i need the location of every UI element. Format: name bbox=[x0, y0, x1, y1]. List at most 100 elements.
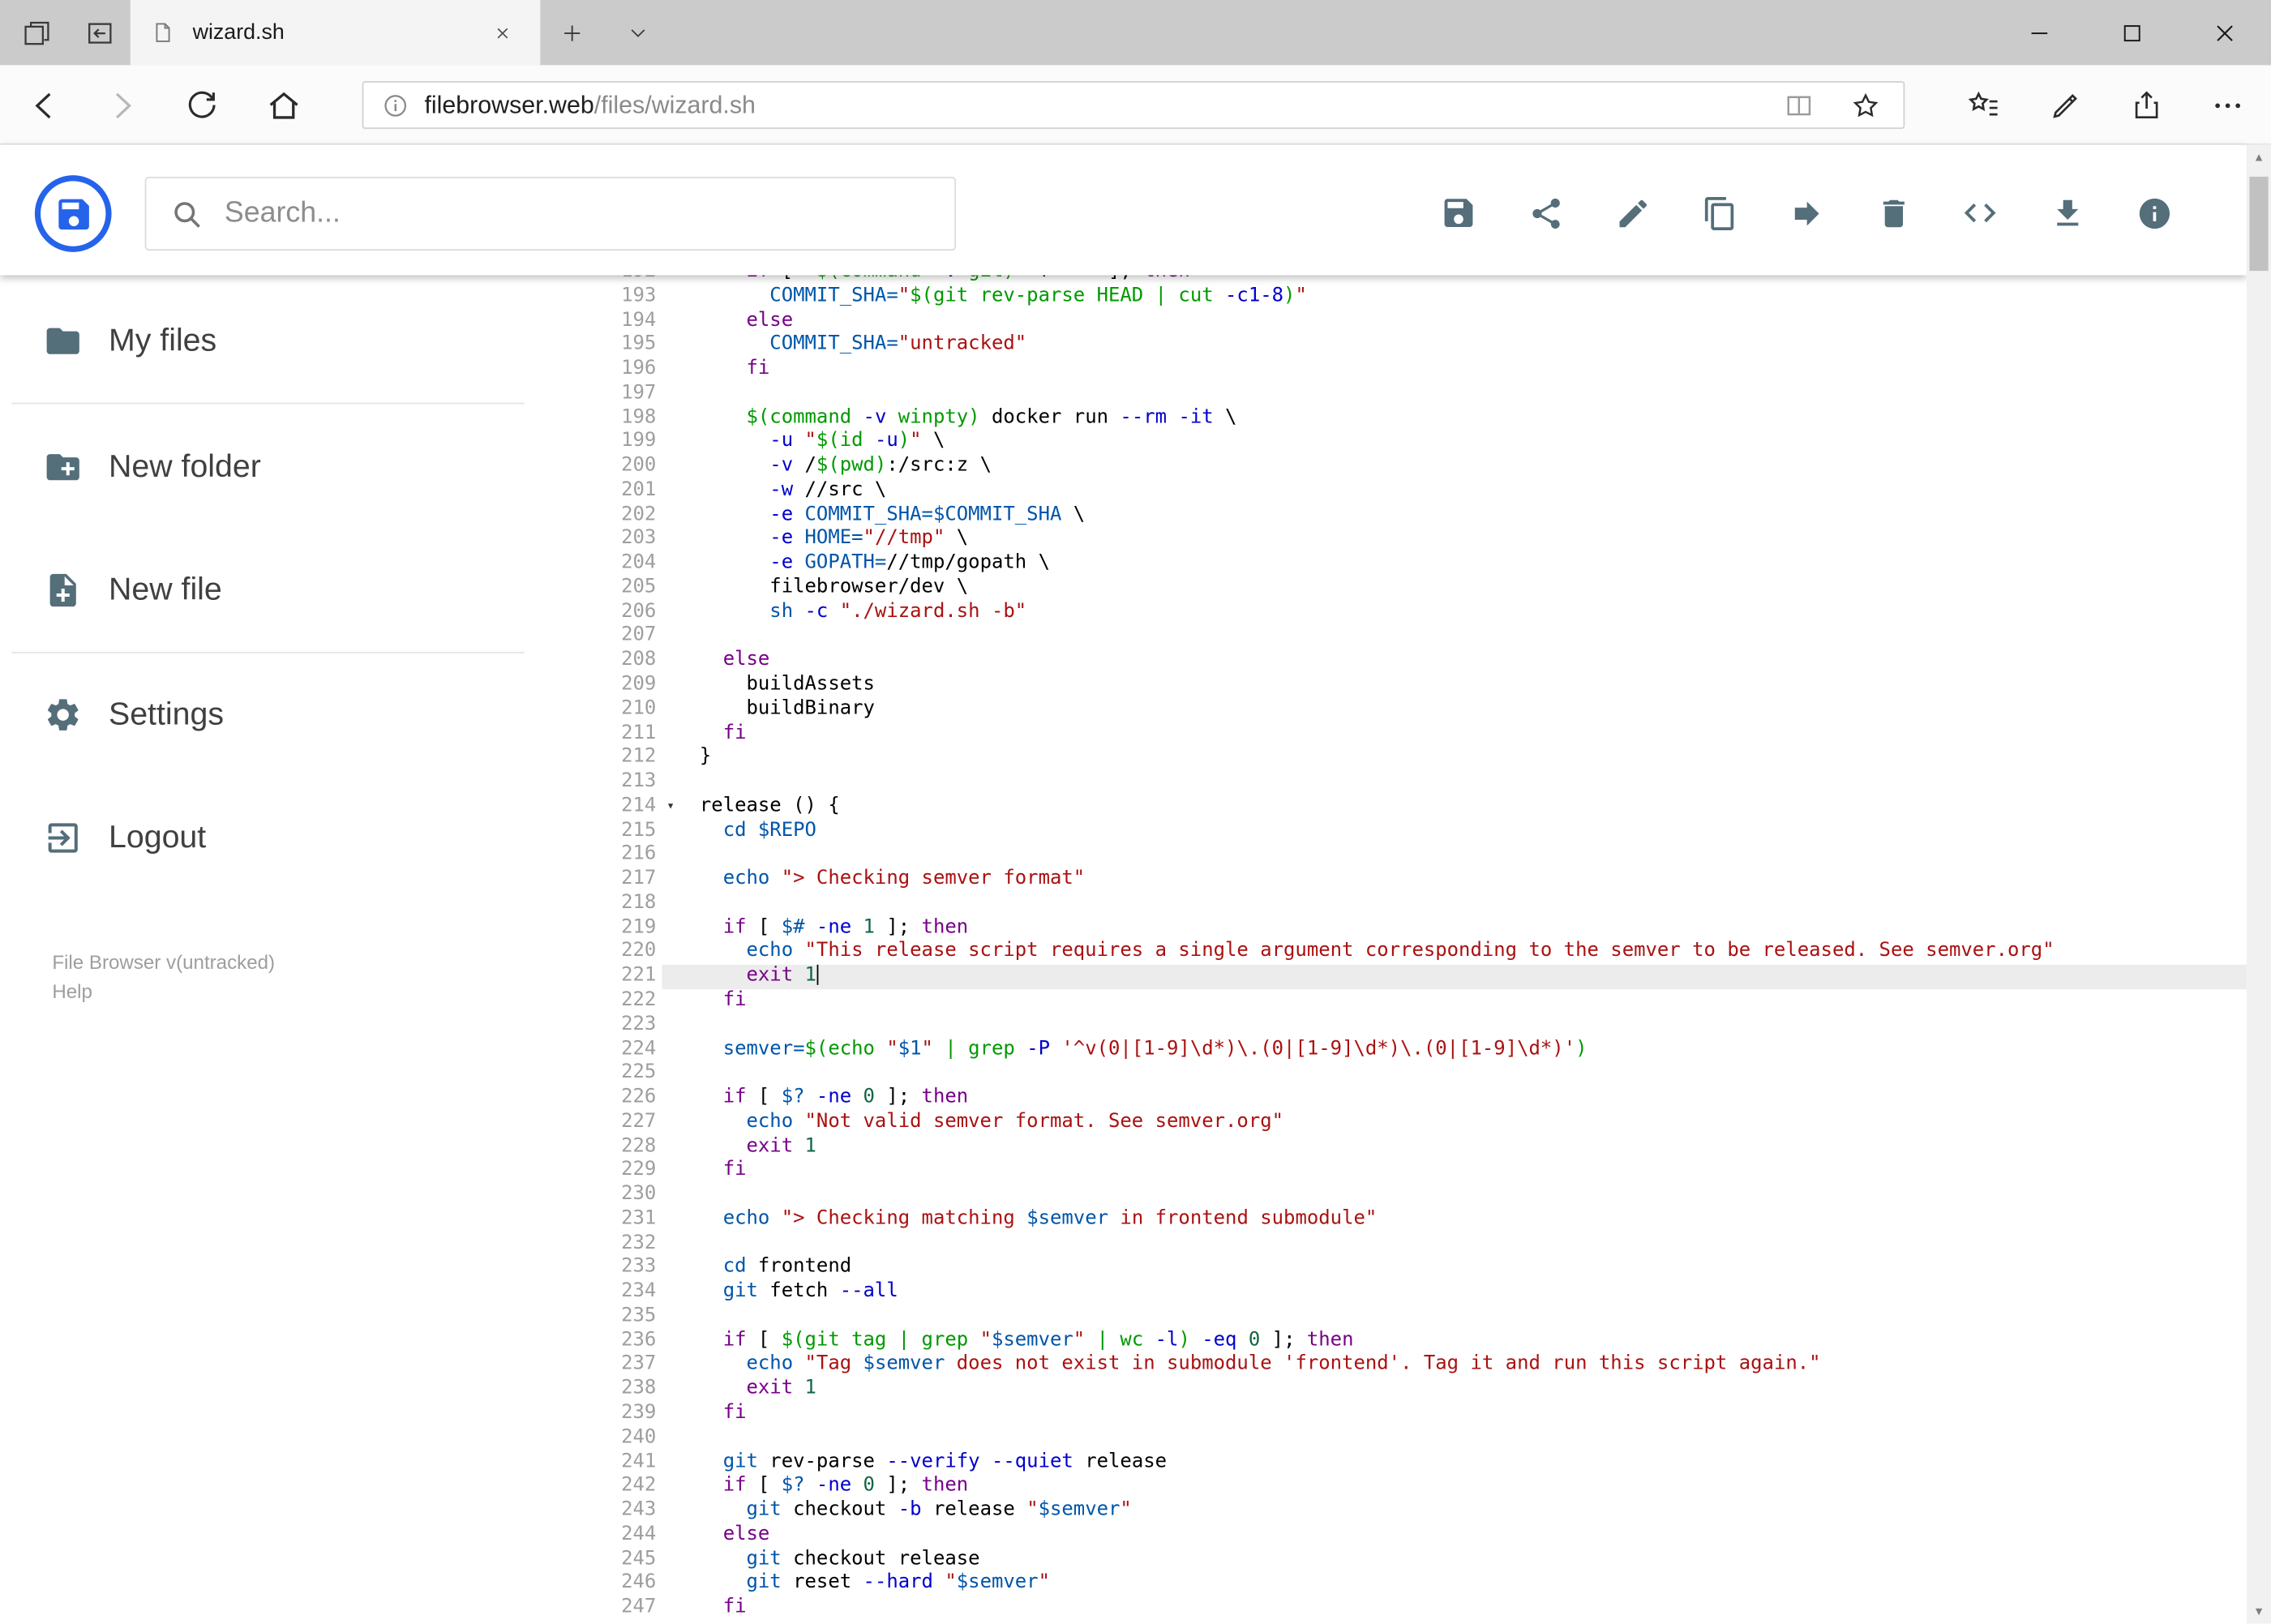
forward-button[interactable] bbox=[83, 65, 162, 144]
code-line[interactable]: 193 COMMIT_SHA="$(git rev-parse HEAD | c… bbox=[580, 285, 2247, 310]
code-line[interactable]: 192 if [ "$(command -v git)" != "" ]; th… bbox=[580, 275, 2247, 285]
code-line[interactable]: 197 bbox=[580, 382, 2247, 406]
code-line[interactable]: 241 git rev-parse --verify --quiet relea… bbox=[580, 1450, 2247, 1475]
move-button[interactable] bbox=[1788, 194, 1825, 231]
code-line[interactable]: 202 -e COMMIT_SHA=$COMMIT_SHA \ bbox=[580, 503, 2247, 528]
code-line[interactable]: 217 echo "> Checking semver format" bbox=[580, 868, 2247, 892]
code-line[interactable]: 208 else bbox=[580, 649, 2247, 674]
code-line[interactable]: 246 git reset --hard "$semver" bbox=[580, 1572, 2247, 1596]
info-button[interactable] bbox=[2135, 194, 2172, 231]
code-line[interactable]: 237 echo "Tag $semver does not exist in … bbox=[580, 1353, 2247, 1378]
web-note-button[interactable] bbox=[2025, 65, 2106, 144]
code-line[interactable]: 199 -u "$(id -u)" \ bbox=[580, 431, 2247, 455]
code-line[interactable]: 233 cd frontend bbox=[580, 1257, 2247, 1281]
page-scrollbar[interactable]: ▲ ▼ bbox=[2246, 144, 2271, 1624]
code-line[interactable]: 212} bbox=[580, 747, 2247, 771]
maximize-button[interactable] bbox=[2086, 0, 2179, 65]
sidebar-item-settings[interactable]: Settings bbox=[0, 681, 551, 748]
tab-list-dropdown[interactable] bbox=[608, 0, 666, 65]
hub-button[interactable] bbox=[1943, 65, 2025, 144]
code-line[interactable]: 207 bbox=[580, 625, 2247, 649]
code-line[interactable]: 196 fi bbox=[580, 358, 2247, 382]
home-button[interactable] bbox=[243, 65, 323, 144]
code-line[interactable]: 222 fi bbox=[580, 989, 2247, 1013]
tab-preview-button[interactable] bbox=[68, 0, 132, 65]
code-line[interactable]: 206 sh -c "./wizard.sh -b" bbox=[580, 601, 2247, 625]
code-editor[interactable]: 192 if [ "$(command -v git)" != "" ]; th… bbox=[579, 275, 2247, 1624]
more-button[interactable] bbox=[2187, 65, 2269, 144]
tab-close-button[interactable] bbox=[482, 12, 523, 53]
sidebar-item-logout[interactable]: Logout bbox=[0, 804, 551, 871]
set-tabs-aside-button[interactable] bbox=[4, 0, 68, 65]
code-line[interactable]: 225 bbox=[580, 1062, 2247, 1086]
code-line[interactable]: 216 bbox=[580, 843, 2247, 868]
code-line[interactable]: 224 semver=$(echo "$1" | grep -P '^v(0|[… bbox=[580, 1038, 2247, 1062]
share-button[interactable] bbox=[1527, 194, 1564, 231]
code-line[interactable]: 195 COMMIT_SHA="untracked" bbox=[580, 333, 2247, 358]
code-line[interactable]: 245 git checkout release bbox=[580, 1548, 2247, 1572]
save-button[interactable] bbox=[1440, 194, 1477, 231]
code-line[interactable]: 201 -w //src \ bbox=[580, 479, 2247, 503]
code-line[interactable]: 240 bbox=[580, 1426, 2247, 1450]
code-line[interactable]: 219 if [ $# -ne 1 ]; then bbox=[580, 916, 2247, 941]
code-line[interactable]: 213 bbox=[580, 771, 2247, 795]
code-line[interactable]: 220 echo "This release script requires a… bbox=[580, 941, 2247, 965]
back-button[interactable] bbox=[3, 65, 83, 144]
code-line[interactable]: 228 exit 1 bbox=[580, 1135, 2247, 1159]
rename-button[interactable] bbox=[1613, 194, 1651, 231]
sidebar-item-new-folder[interactable]: New folder bbox=[0, 433, 551, 499]
code-line[interactable]: 210 buildBinary bbox=[580, 698, 2247, 722]
minimize-button[interactable] bbox=[1993, 0, 2085, 65]
code-line[interactable]: 235 bbox=[580, 1305, 2247, 1330]
code-line[interactable]: 229 fi bbox=[580, 1159, 2247, 1184]
code-line[interactable]: 226 if [ $? -ne 0 ]; then bbox=[580, 1086, 2247, 1111]
code-line[interactable]: 227 echo "Not valid semver format. See s… bbox=[580, 1111, 2247, 1135]
code-line[interactable]: 205 filebrowser/dev \ bbox=[580, 576, 2247, 601]
code-line[interactable]: 215 cd $REPO bbox=[580, 819, 2247, 843]
app-logo[interactable] bbox=[34, 175, 112, 252]
code-line[interactable]: 203 -e HOME="//tmp" \ bbox=[580, 528, 2247, 552]
search-input[interactable] bbox=[224, 196, 932, 231]
favorite-button[interactable] bbox=[1840, 83, 1892, 127]
code-line[interactable]: 239 fi bbox=[580, 1402, 2247, 1426]
code-line[interactable]: 223 bbox=[580, 1013, 2247, 1038]
address-bar[interactable]: filebrowser.web/files/wizard.sh bbox=[362, 81, 1905, 129]
code-line[interactable]: 200 -v /$(pwd):/src:z \ bbox=[580, 455, 2247, 479]
close-window-button[interactable] bbox=[2179, 0, 2271, 65]
code-line[interactable]: 209 buildAssets bbox=[580, 674, 2247, 698]
code-line[interactable]: 243 git checkout -b release "$semver" bbox=[580, 1499, 2247, 1523]
new-tab-button[interactable] bbox=[545, 0, 600, 65]
code-line[interactable]: 230 bbox=[580, 1184, 2247, 1208]
code-line[interactable]: 211 fi bbox=[580, 722, 2247, 747]
code-line[interactable]: 204 -e GOPATH=//tmp/gopath \ bbox=[580, 552, 2247, 576]
share-button[interactable] bbox=[2106, 65, 2187, 144]
fold-marker-icon[interactable]: ▾ bbox=[662, 795, 679, 820]
code-line[interactable]: 198 $(command -v winpty) docker run --rm… bbox=[580, 406, 2247, 431]
code-button[interactable] bbox=[1961, 194, 1999, 231]
sidebar-item-new-file[interactable]: New file bbox=[0, 556, 551, 623]
code-line[interactable]: 218 bbox=[580, 892, 2247, 916]
code-line[interactable]: 244 else bbox=[580, 1523, 2247, 1548]
code-line[interactable]: 236 if [ $(git tag | grep "$semver" | wc… bbox=[580, 1329, 2247, 1353]
browser-tab[interactable]: wizard.sh bbox=[130, 0, 541, 66]
scroll-up-arrow[interactable]: ▲ bbox=[2247, 145, 2271, 169]
download-button[interactable] bbox=[2048, 194, 2085, 231]
refresh-button[interactable] bbox=[162, 65, 242, 144]
code-line[interactable]: 238 exit 1 bbox=[580, 1378, 2247, 1402]
copy-button[interactable] bbox=[1700, 194, 1738, 231]
code-line[interactable]: 194 else bbox=[580, 309, 2247, 333]
scrollbar-thumb[interactable] bbox=[2249, 176, 2269, 272]
code-line[interactable]: 232 bbox=[580, 1232, 2247, 1257]
reading-view-button[interactable] bbox=[1773, 83, 1825, 127]
delete-button[interactable] bbox=[1875, 194, 1912, 231]
help-link[interactable]: Help bbox=[52, 978, 275, 1007]
code-line[interactable]: 242 if [ $? -ne 0 ]; then bbox=[580, 1475, 2247, 1499]
scroll-down-arrow[interactable]: ▼ bbox=[2247, 1599, 2271, 1623]
code-line[interactable]: 247 fi bbox=[580, 1596, 2247, 1621]
code-line[interactable]: 234 git fetch --all bbox=[580, 1281, 2247, 1305]
code-line[interactable]: 231 echo "> Checking matching $semver in… bbox=[580, 1208, 2247, 1232]
code-line[interactable]: 214 ▾ release () { bbox=[580, 795, 2247, 820]
code-line[interactable]: 221 exit 1 bbox=[579, 965, 2247, 990]
search-bar[interactable] bbox=[144, 176, 957, 251]
sidebar-item-my-files[interactable]: My files bbox=[0, 307, 551, 374]
